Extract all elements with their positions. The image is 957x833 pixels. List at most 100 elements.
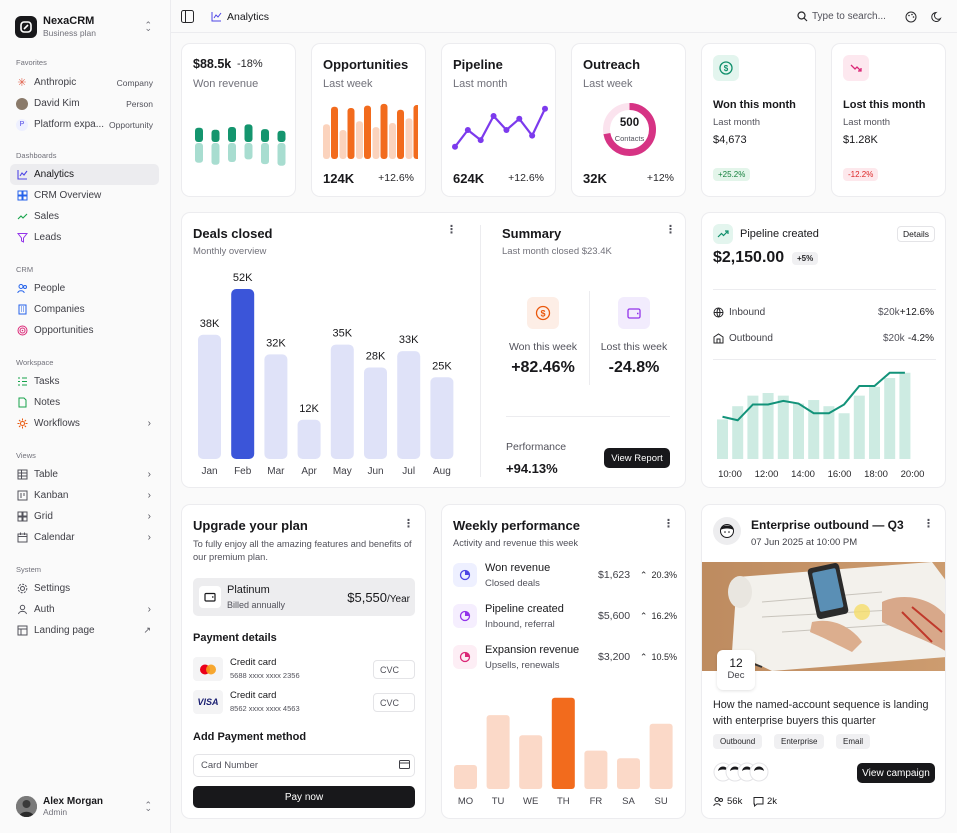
nav-workflows[interactable]: Workflows › bbox=[10, 413, 159, 434]
revenue-bar-bottom bbox=[195, 143, 203, 163]
card-number: 8562 xxxx xxxx 4563 bbox=[230, 704, 300, 713]
sidebar-toggle-icon[interactable] bbox=[181, 10, 194, 26]
nav-settings[interactable]: Settings bbox=[10, 578, 159, 599]
more-icon[interactable]: ⋮ bbox=[665, 223, 676, 236]
more-icon[interactable]: ⋮ bbox=[446, 223, 457, 236]
moon-icon[interactable] bbox=[928, 8, 946, 26]
weekly-bar bbox=[551, 697, 575, 789]
topbar: Analytics Type to search... bbox=[171, 0, 957, 33]
weekly-day-label: SU bbox=[654, 796, 667, 807]
mastercard-icon bbox=[193, 657, 223, 681]
cvc-input[interactable]: CVC bbox=[373, 693, 415, 712]
nav-tasks[interactable]: Tasks bbox=[10, 371, 159, 392]
members-count: 56k bbox=[727, 796, 743, 807]
more-icon[interactable]: ⋮ bbox=[663, 517, 674, 530]
pipeline-created-x-label: 10:00 bbox=[718, 469, 742, 480]
nav-grid[interactable]: Grid › bbox=[10, 506, 159, 527]
outreach-delta: +12% bbox=[646, 172, 674, 184]
tag-enterprise[interactable]: Enterprise bbox=[774, 734, 825, 749]
credit-card-icon bbox=[399, 760, 410, 772]
divider bbox=[589, 291, 590, 385]
deals-subtitle: Monthly overview bbox=[193, 246, 267, 257]
upgrade-card: Upgrade your plan ⋮ To fully enjoy all t… bbox=[181, 504, 426, 819]
weekly-subtitle: Activity and revenue this week bbox=[453, 538, 579, 548]
nav-landing-page[interactable]: Landing page ↗ bbox=[10, 620, 159, 641]
search-input[interactable]: Type to search... bbox=[812, 11, 886, 22]
chevron-right-icon: › bbox=[147, 418, 151, 429]
nav-people[interactable]: People bbox=[10, 278, 159, 299]
row-icon bbox=[453, 563, 477, 587]
enterprise-text: How the named-account sequence is landin… bbox=[713, 699, 929, 727]
favorite-label: Anthropic bbox=[34, 77, 77, 88]
tag-email[interactable]: Email bbox=[836, 734, 871, 749]
details-button[interactable]: Details bbox=[897, 226, 935, 242]
chevron-updown-icon[interactable]: ⌃ ⌄ bbox=[144, 20, 152, 42]
nav-table[interactable]: Table › bbox=[10, 464, 159, 485]
outreach-value: 32K bbox=[583, 171, 607, 186]
plan-billing: Billed annually bbox=[227, 600, 286, 610]
pipeline-point bbox=[516, 115, 523, 122]
cvc-input[interactable]: CVC bbox=[373, 660, 415, 679]
nav-leads[interactable]: Leads bbox=[10, 227, 159, 248]
row-subtitle: Inbound, referral bbox=[485, 619, 555, 630]
opportunities-delta: +12.6% bbox=[378, 172, 414, 184]
divider bbox=[713, 359, 936, 360]
weekly-bar bbox=[486, 715, 510, 789]
opportunities-value: 124K bbox=[323, 171, 355, 186]
view-campaign-button[interactable]: View campaign bbox=[857, 763, 935, 783]
pipeline-chart bbox=[452, 105, 548, 150]
deals-bar-label: 38K bbox=[200, 318, 220, 330]
nav-crm-overview[interactable]: CRM Overview bbox=[10, 185, 159, 206]
summary-subtitle: Last month closed $23.4K bbox=[502, 246, 612, 257]
nav-companies[interactable]: Companies bbox=[10, 299, 159, 320]
nav-auth[interactable]: Auth › bbox=[10, 599, 159, 620]
plan-option[interactable]: Platinum Billed annually $5,550/Year bbox=[193, 578, 415, 616]
weekly-bar bbox=[454, 765, 477, 789]
view-report-button[interactable]: View Report bbox=[604, 448, 670, 468]
favorite-platform[interactable]: P Platform expa... Opportunity bbox=[10, 114, 159, 135]
pipeline-created-x-label: 16:00 bbox=[828, 469, 852, 480]
weekly-row[interactable]: Expansion revenue Upsells, renewals $3,200… bbox=[453, 644, 677, 676]
deals-month-label: Apr bbox=[301, 466, 317, 477]
nav-opportunities[interactable]: Opportunities bbox=[10, 320, 159, 341]
tag-outbound[interactable]: Outbound bbox=[713, 734, 763, 749]
palette-icon[interactable] bbox=[902, 8, 920, 26]
weekly-row[interactable]: Pipeline created Inbound, referral $5,600 ⌃… bbox=[453, 603, 677, 635]
workspace-switcher[interactable]: NexaCRM Business plan bbox=[15, 15, 96, 38]
favorite-anthropic[interactable]: ✳ Anthropic Company bbox=[10, 72, 159, 93]
more-icon[interactable]: ⋮ bbox=[923, 517, 934, 530]
pay-now-button[interactable]: Pay now bbox=[193, 786, 415, 808]
enterprise-date: 07 Jun 2025 at 10:00 PM bbox=[751, 537, 858, 548]
favorite-meta: Person bbox=[126, 98, 153, 109]
nav-label: People bbox=[34, 283, 66, 294]
favorite-meta: Company bbox=[116, 77, 153, 88]
deals-month-label: Jul bbox=[402, 466, 415, 477]
nav-kanban[interactable]: Kanban › bbox=[10, 485, 159, 506]
dollar-icon: $ bbox=[527, 297, 559, 329]
breadcrumb[interactable]: Analytics bbox=[227, 11, 269, 23]
user-menu[interactable]: Alex Morgan Admin bbox=[16, 796, 103, 817]
nav-analytics[interactable]: Analytics bbox=[10, 164, 159, 185]
nav-calendar[interactable]: Calendar › bbox=[10, 527, 159, 548]
enterprise-card: Enterprise outbound — Q3 07 Jun 2025 at … bbox=[701, 504, 946, 819]
divider bbox=[506, 416, 670, 417]
row-amount: $1,623 bbox=[598, 569, 631, 581]
trending-down-icon bbox=[843, 55, 869, 81]
svg-text:$: $ bbox=[724, 64, 729, 73]
outreach-title: Outreach bbox=[583, 57, 641, 72]
chevron-updown-icon[interactable]: ⌃ ⌄ bbox=[144, 800, 152, 822]
more-icon[interactable]: ⋮ bbox=[403, 517, 414, 530]
plan-period: /Year bbox=[387, 594, 410, 605]
nav-label: Sales bbox=[34, 211, 60, 222]
weekly-row[interactable]: Won revenue Closed deals $1,623 ⌃ 20.3% bbox=[453, 562, 677, 594]
pipeline-created-chart: 10:00 12:00 14:00 16:00 18:00 20:00 bbox=[717, 371, 924, 480]
pipeline-subtitle: Last month bbox=[453, 78, 508, 90]
revenue-bar-top bbox=[277, 130, 286, 142]
favorite-david-kim[interactable]: David Kim Person bbox=[10, 93, 159, 114]
nav-sales[interactable]: Sales bbox=[10, 206, 159, 227]
revenue-bar-top bbox=[211, 129, 220, 142]
nav-notes[interactable]: Notes bbox=[10, 392, 159, 413]
row-icon bbox=[453, 645, 477, 669]
card-number-input[interactable]: Card Number bbox=[193, 754, 415, 777]
sidebar: NexaCRM Business plan ⌃ ⌄ Favorites ✳ Ant… bbox=[0, 0, 171, 833]
